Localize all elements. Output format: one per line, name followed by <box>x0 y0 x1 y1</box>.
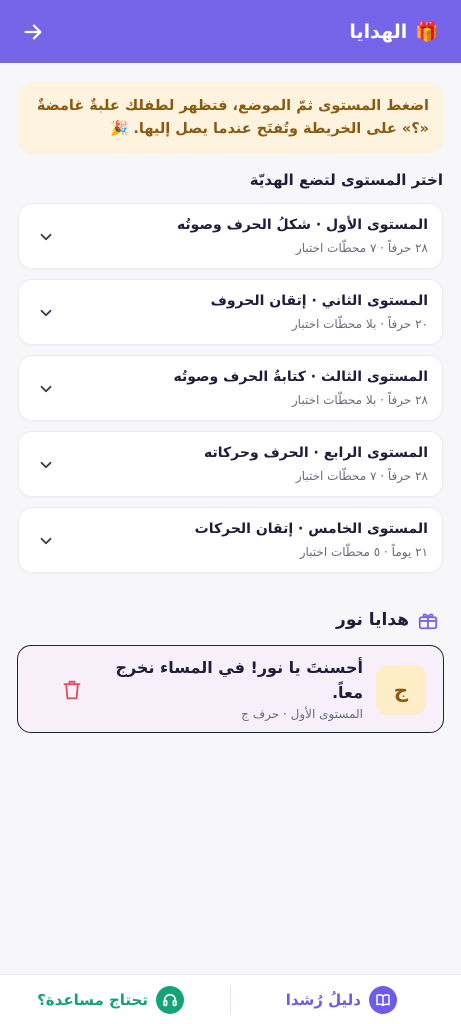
level-title: المستوى الخامس · إتقان الحركات <box>194 521 428 537</box>
level-title: المستوى الرابع · الحرف وحركاته <box>204 445 428 461</box>
gift-card: ج أحسنتَ يا نور! في المساء نخرج معاً. ال… <box>17 645 444 733</box>
arrow-back-icon <box>24 23 42 40</box>
level-meta: ٢٠ حرفاً · بلا محطّات اختبار <box>291 317 428 331</box>
gift-letter-badge: ج <box>376 665 426 715</box>
level-meta: ٢١ يوماً · ٥ محطّات اختبار <box>299 545 428 559</box>
gifts-section-title: هدايا نور <box>336 610 409 630</box>
level-meta: ٢٨ حرفاً · ٧ محطّات اختبار <box>295 469 428 483</box>
bottom-divider <box>230 986 231 1014</box>
delete-gift-button[interactable] <box>62 679 82 701</box>
level-item-4[interactable]: المستوى الرابع · الحرف وحركاته ٢٨ حرفاً … <box>18 431 443 497</box>
trash-icon <box>63 680 81 700</box>
guide-button[interactable]: دليلُ رُشدا <box>286 986 397 1014</box>
help-button[interactable]: تحتاج مساعدة؟ <box>37 986 184 1014</box>
book-icon <box>369 986 397 1014</box>
gift-message: أحسنتَ يا نور! في المساء نخرج معاً. <box>115 658 363 702</box>
level-item-1[interactable]: المستوى الأول · شكلُ الحرف وصوتُه ٢٨ حرف… <box>18 203 443 269</box>
chevron-down-icon <box>40 537 52 545</box>
chevron-down-icon <box>40 309 52 317</box>
header-title-group: 🎁 الهدايا <box>349 20 439 44</box>
chevron-down-icon <box>40 461 52 469</box>
help-label: تحتاج مساعدة؟ <box>37 991 148 1009</box>
level-item-2[interactable]: المستوى الثاني · إتقان الحروف ٢٠ حرفاً ·… <box>18 279 443 345</box>
chevron-down-icon <box>40 233 52 241</box>
app-header: 🎁 الهدايا <box>0 0 461 63</box>
info-banner: اضغط المستوى ثمّ الموضع، فتظهر لطفلك علب… <box>18 82 443 154</box>
page-title: الهدايا <box>349 20 408 43</box>
level-item-5[interactable]: المستوى الخامس · إتقان الحركات ٢١ يوماً … <box>18 507 443 573</box>
gift-meta: المستوى الأول · حرف ج <box>241 707 363 721</box>
headset-icon <box>156 986 184 1014</box>
gift-box-icon <box>418 613 438 630</box>
level-meta: ٢٨ حرفاً · ٧ محطّات اختبار <box>295 241 428 255</box>
level-item-3[interactable]: المستوى الثالث · كتابةُ الحرف وصوتُه ٢٨ … <box>18 355 443 421</box>
bottom-bar: دليلُ رُشدا تحتاج مساعدة؟ <box>0 974 461 1024</box>
level-title: المستوى الأول · شكلُ الحرف وصوتُه <box>176 217 428 233</box>
level-title: المستوى الثالث · كتابةُ الحرف وصوتُه <box>173 369 428 385</box>
gifts-heading: هدايا نور <box>336 609 439 631</box>
gift-emoji-icon: 🎁 <box>415 21 439 43</box>
gifts-screen: 🎁 الهدايا اضغط المستوى ثمّ الموضع، فتظهر… <box>0 0 461 1024</box>
guide-label: دليلُ رُشدا <box>285 991 361 1009</box>
levels-section-title: اختر المستوى لتضع الهديّة <box>249 171 443 189</box>
chevron-down-icon <box>40 385 52 393</box>
levels-list: المستوى الأول · شكلُ الحرف وصوتُه ٢٨ حرف… <box>18 203 443 583</box>
level-title: المستوى الثاني · إتقان الحروف <box>210 293 428 309</box>
level-meta: ٢٨ حرفاً · بلا محطّات اختبار <box>291 393 428 407</box>
back-button[interactable] <box>20 19 46 45</box>
